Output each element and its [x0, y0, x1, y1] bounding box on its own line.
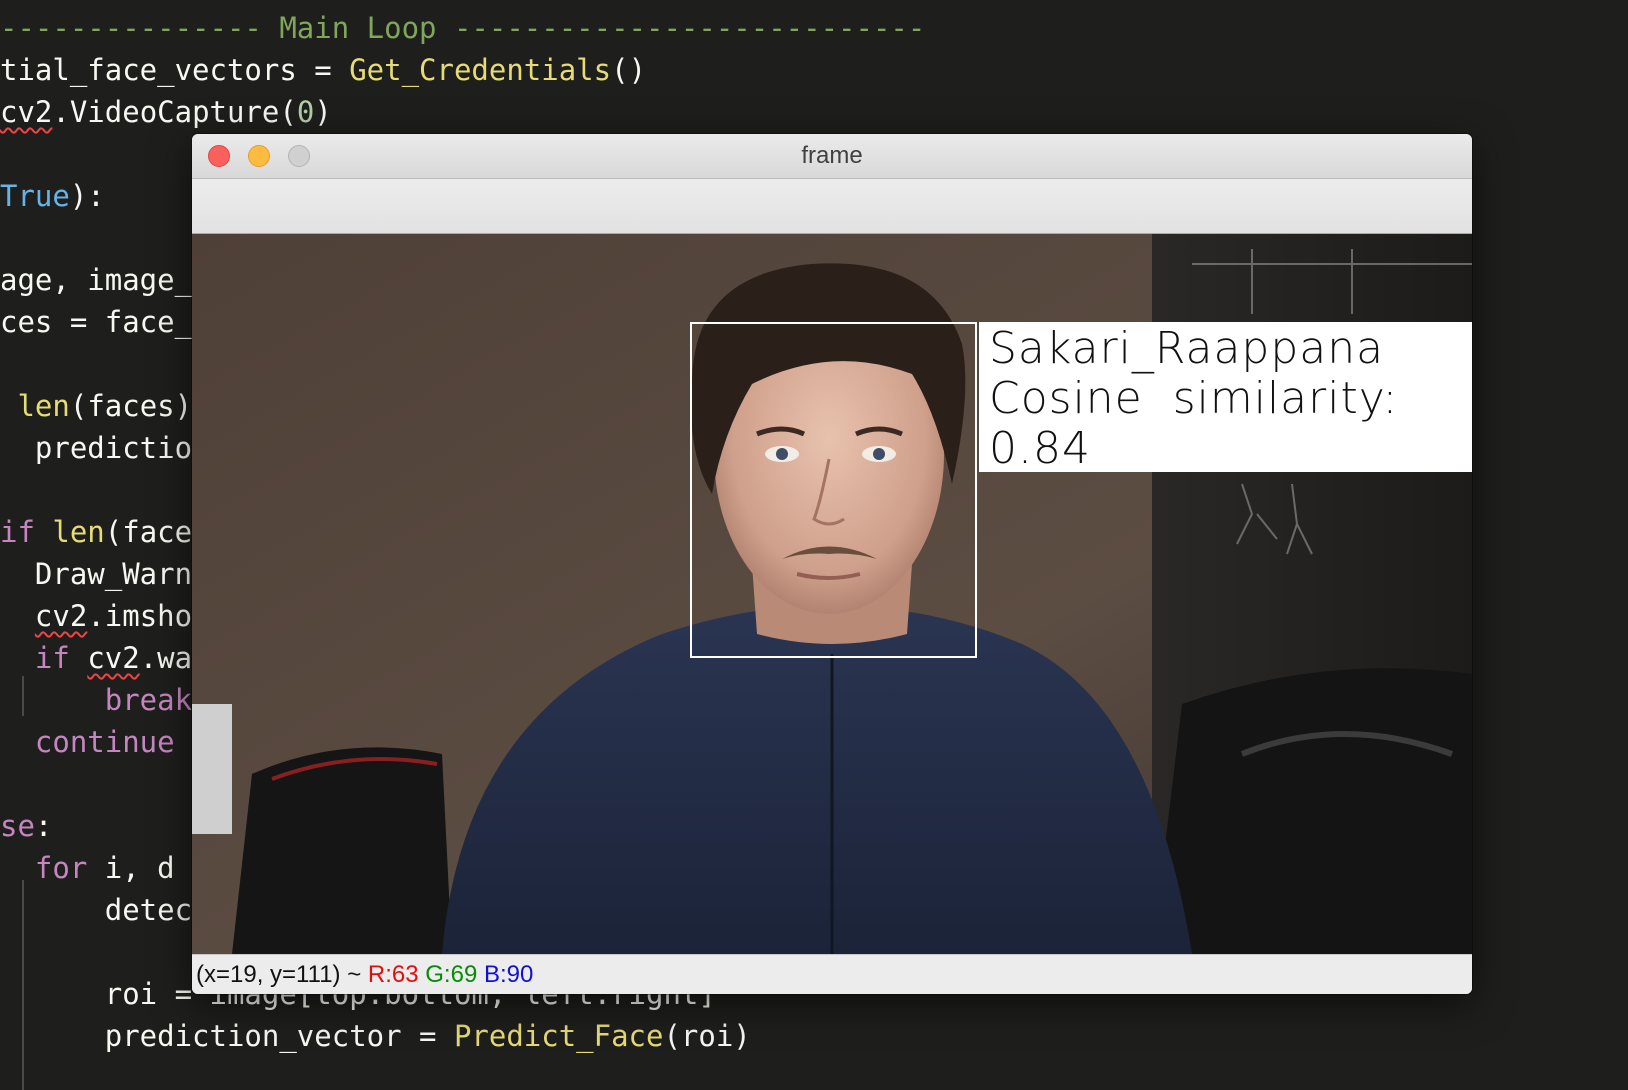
code-token: i, d — [87, 851, 193, 885]
code-token: cv2 — [34, 599, 88, 633]
code-token: if — [34, 641, 70, 675]
code-line[interactable]: age, image_g — [0, 260, 210, 300]
code-token: ) — [314, 95, 332, 129]
code-token: break — [104, 683, 193, 717]
code-line[interactable]: if cv2.wai — [0, 638, 210, 678]
window-toolbar — [192, 179, 1472, 234]
window-title: frame — [801, 142, 863, 169]
code-token: (roi) — [663, 1019, 751, 1053]
similarity-label: Cosine similarity: — [989, 373, 1399, 424]
prediction-label: Sakari_Raappana Cosine similarity: 0.84 — [979, 322, 1472, 474]
code-token: cv2 — [87, 641, 140, 675]
code-line[interactable]: True): — [0, 176, 105, 216]
camera-frame[interactable]: Sakari_Raappana Cosine similarity: 0.84 — [192, 234, 1472, 954]
code-token: (faces) — [69, 389, 193, 423]
code-token: cv2 — [0, 95, 53, 129]
code-line[interactable]: if len(faces — [0, 512, 210, 552]
similarity-value: 0.84 — [989, 423, 1091, 474]
status-bar: (x=19, y=111) ~ R:63 G:69 B:90 — [192, 954, 1472, 994]
code-token: continue — [34, 725, 175, 759]
title-bar[interactable]: frame — [192, 134, 1472, 179]
code-line[interactable]: break — [0, 680, 192, 720]
code-token: len — [52, 515, 105, 549]
code-token: : — [34, 809, 53, 843]
code-line[interactable]: tial_face_vectors = Get_Credentials() — [0, 50, 646, 90]
code-token: for — [34, 851, 88, 885]
pixel-blue-value: B:90 — [483, 961, 534, 988]
code-line[interactable]: ces = face_d — [0, 302, 210, 342]
code-token: 0 — [296, 95, 315, 129]
pixel-coordinates: (x=19, y=111) ~ — [196, 961, 368, 988]
code-token: Get_Credentials — [349, 53, 612, 87]
code-line[interactable]: prediction_vector = Predict_Face(roi) — [0, 1016, 751, 1056]
code-line[interactable]: for i, d i — [0, 848, 210, 888]
code-token: prediction — [0, 431, 210, 465]
code-token: tial_face_vectors = — [0, 53, 350, 87]
code-token: ces = face_d — [0, 305, 210, 339]
code-line[interactable]: continue — [0, 722, 175, 762]
code-token: ): — [69, 179, 105, 213]
code-token: se — [0, 809, 35, 843]
code-line[interactable]: cv2.VideoCapture(0) — [0, 92, 332, 132]
code-line[interactable]: len(faces) — [0, 386, 192, 426]
code-line[interactable]: Draw_Warni — [0, 554, 210, 594]
code-token: age, image_g — [0, 263, 210, 297]
pixel-green-value: G:69 — [425, 961, 478, 988]
frame-window[interactable]: frame Sakari_Raappana Cosine similarity:… — [192, 134, 1472, 994]
code-line[interactable]: se: — [0, 806, 52, 846]
code-token: True — [0, 179, 70, 213]
pixel-red-value: R:63 — [367, 961, 419, 988]
code-token: len — [17, 389, 70, 423]
code-line[interactable]: --------------- Main Loop --------------… — [0, 8, 925, 48]
code-token: Draw_Warni — [0, 557, 210, 591]
code-token: .VideoCapture( — [52, 95, 297, 129]
predicted-name: Sakari_Raappana — [989, 323, 1385, 374]
code-token: prediction_vector = — [0, 1019, 454, 1053]
code-token: () — [611, 53, 647, 87]
code-token: Predict_Face — [453, 1019, 664, 1053]
code-line[interactable]: cv2.imshow — [0, 596, 210, 636]
code-token: if — [0, 515, 35, 549]
face-detection-box — [690, 322, 977, 658]
code-line[interactable]: prediction — [0, 428, 210, 468]
code-token: --------------- Main Loop --------------… — [0, 11, 926, 45]
